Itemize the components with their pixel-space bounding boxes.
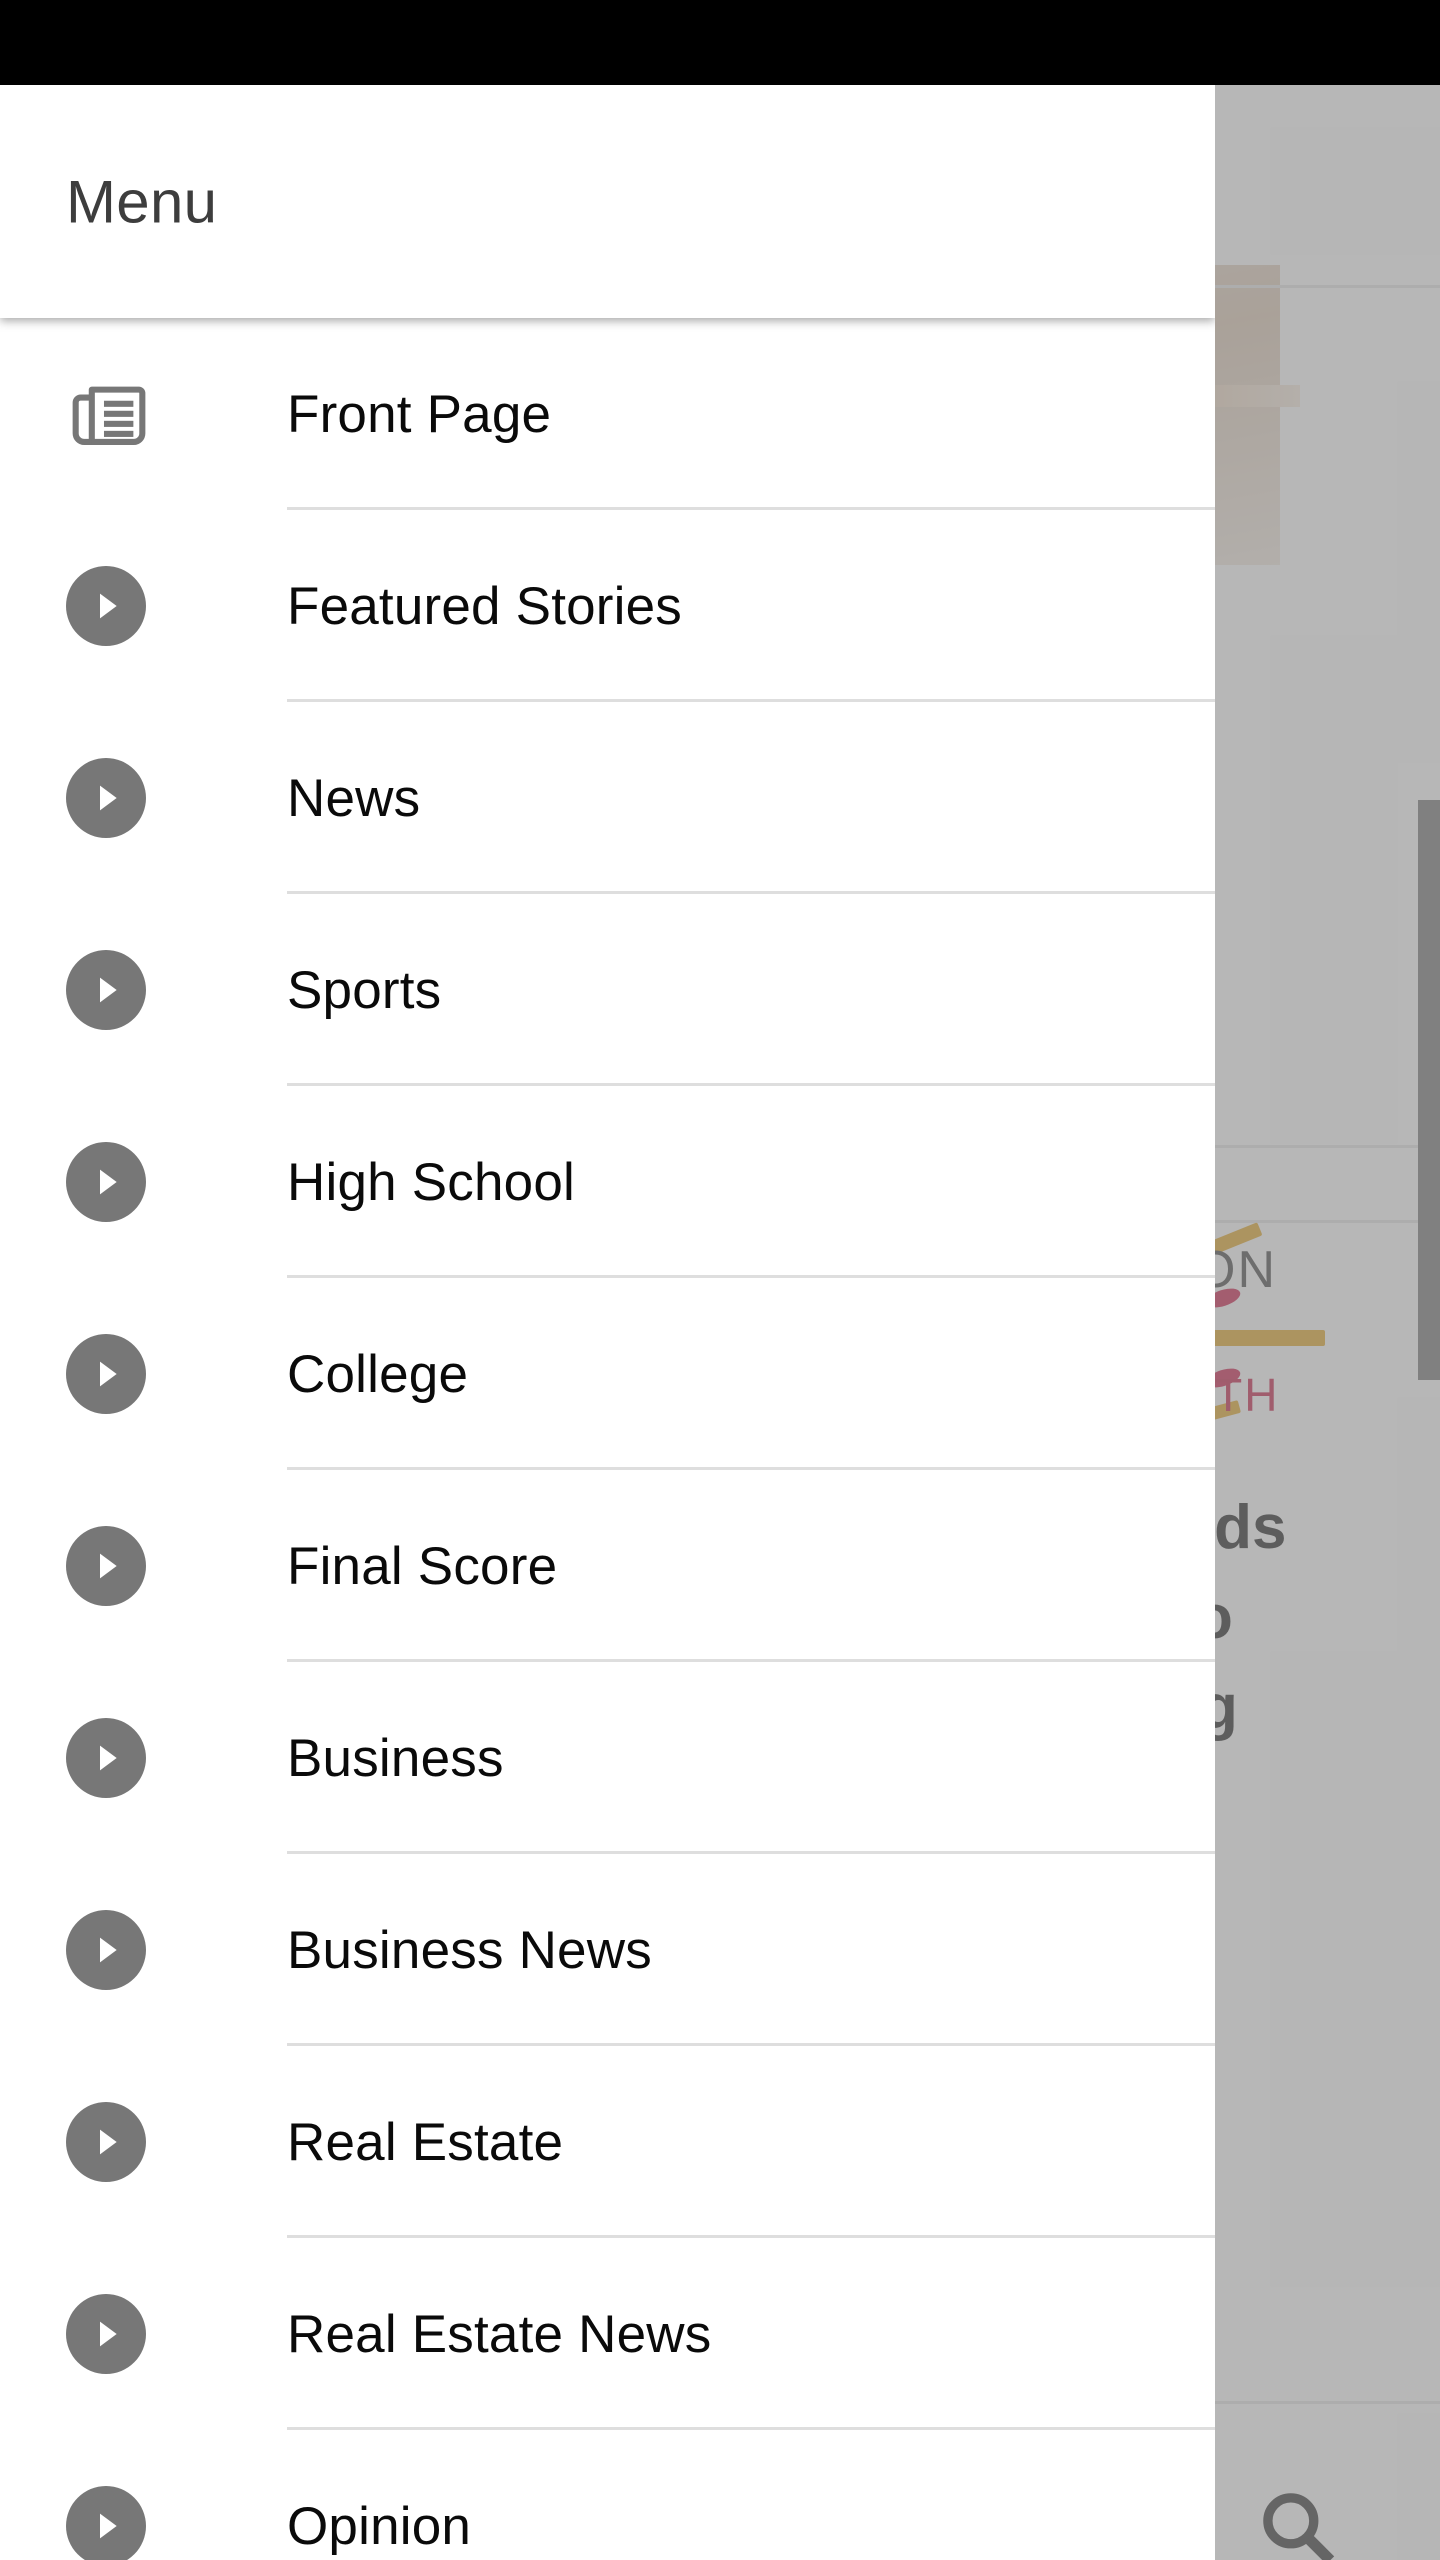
- sidebar-item-label: Front Page: [287, 384, 552, 444]
- sidebar-item-label: College: [287, 1344, 469, 1404]
- sidebar-item-label: Final Score: [287, 1536, 558, 1596]
- row-icon-cell: [0, 318, 287, 510]
- row-icon-cell: [0, 702, 287, 894]
- sidebar-item-high-school[interactable]: High School: [0, 1086, 1215, 1278]
- sidebar-item-college[interactable]: College: [0, 1278, 1215, 1470]
- sidebar-item-label: Real Estate: [287, 2112, 564, 2172]
- drawer-header: Menu: [0, 85, 1215, 318]
- row-icon-cell: [0, 1470, 287, 1662]
- row-icon-cell: [0, 1278, 287, 1470]
- row-icon-cell: [0, 1854, 287, 2046]
- row-icon-cell: [0, 2430, 287, 2560]
- sidebar-item-label: Business News: [287, 1920, 652, 1980]
- play-circle-icon: [66, 1142, 146, 1222]
- row-icon-cell: [0, 2238, 287, 2430]
- play-circle-icon: [66, 2486, 146, 2560]
- play-circle-icon: [66, 1334, 146, 1414]
- sidebar-item-label: News: [287, 768, 421, 828]
- row-icon-cell: [0, 894, 287, 1086]
- sidebar-item-label: Sports: [287, 960, 442, 1020]
- sidebar-item-opinion[interactable]: Opinion: [0, 2430, 1215, 2560]
- sidebar-item-label: Featured Stories: [287, 576, 683, 636]
- sidebar-item-label: Business: [287, 1728, 504, 1788]
- sidebar-item-news[interactable]: News: [0, 702, 1215, 894]
- row-icon-cell: [0, 1086, 287, 1278]
- sidebar-item-real-estate-news[interactable]: Real Estate News: [0, 2238, 1215, 2430]
- play-circle-icon: [66, 758, 146, 838]
- play-circle-icon: [66, 950, 146, 1030]
- row-icon-cell: [0, 510, 287, 702]
- play-circle-icon: [66, 566, 146, 646]
- play-circle-icon: [66, 1910, 146, 1990]
- sidebar-item-real-estate[interactable]: Real Estate: [0, 2046, 1215, 2238]
- play-circle-icon: [66, 1718, 146, 1798]
- row-icon-cell: [0, 2046, 287, 2238]
- navigation-drawer: Menu Front Page Featured Stories News Sp…: [0, 85, 1215, 2560]
- sidebar-item-label: Real Estate News: [287, 2304, 712, 2364]
- newspaper-icon: [66, 371, 152, 457]
- row-icon-cell: [0, 1662, 287, 1854]
- sidebar-item-featured-stories[interactable]: Featured Stories: [0, 510, 1215, 702]
- play-circle-icon: [66, 1526, 146, 1606]
- drawer-menu-list: Front Page Featured Stories News Sports …: [0, 318, 1215, 2560]
- status-bar: [0, 0, 1440, 85]
- page-title: Menu: [66, 168, 218, 235]
- sidebar-item-front-page[interactable]: Front Page: [0, 318, 1215, 510]
- play-circle-icon: [66, 2102, 146, 2182]
- play-circle-icon: [66, 2294, 146, 2374]
- sidebar-item-label: High School: [287, 1152, 575, 1212]
- sidebar-item-final-score[interactable]: Final Score: [0, 1470, 1215, 1662]
- sidebar-item-business[interactable]: Business: [0, 1662, 1215, 1854]
- phone-screen: ON LTH rds o g Menu: [0, 0, 1440, 2560]
- sidebar-item-business-news[interactable]: Business News: [0, 1854, 1215, 2046]
- sidebar-item-label: Opinion: [287, 2496, 472, 2556]
- sidebar-item-sports[interactable]: Sports: [0, 894, 1215, 1086]
